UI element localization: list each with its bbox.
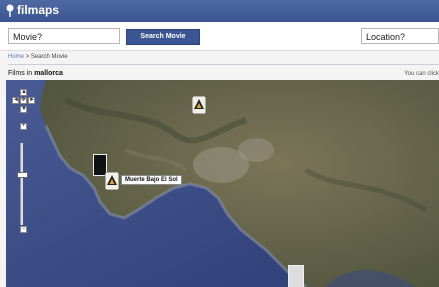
film-marker-icon[interactable] <box>191 95 207 115</box>
breadcrumb-current: Search Movie <box>30 54 68 60</box>
pan-right-button[interactable]: ► <box>28 97 35 104</box>
zoom-slider-thumb[interactable] <box>17 172 28 178</box>
logo[interactable]: filmaps <box>6 3 59 17</box>
film-marker-icon[interactable] <box>104 171 120 191</box>
map-hint-text: You can click <box>404 71 439 77</box>
satellite-map[interactable] <box>6 80 439 287</box>
search-movie-button[interactable]: Search Movie <box>126 29 200 45</box>
breadcrumb-home-link[interactable]: Home <box>8 54 24 60</box>
divider <box>8 64 439 65</box>
zoom-in-button[interactable]: + <box>20 123 27 130</box>
film-tooltip[interactable]: Muerte Bajo El Sol <box>121 175 182 185</box>
breadcrumb-separator: > <box>25 54 30 60</box>
map-terrain <box>6 80 439 287</box>
pan-down-button[interactable]: ▼ <box>20 106 27 113</box>
title-location: mallorca <box>34 70 63 77</box>
logo-text: filmaps <box>17 3 60 17</box>
zoom-out-button[interactable]: − <box>20 226 27 233</box>
pushpin-icon <box>6 4 14 17</box>
title-prefix: Films in <box>8 70 33 77</box>
search-row: Movie? Search Movie Location? <box>0 22 439 51</box>
location-search-input[interactable]: Location? <box>361 28 439 44</box>
breadcrumb: Home > Search Movie <box>8 54 68 60</box>
zoom-slider[interactable] <box>20 143 23 225</box>
page-title: Films in mallorca <box>8 70 63 77</box>
pan-center-button[interactable]: ✥ <box>20 97 27 104</box>
pan-left-button[interactable]: ◄ <box>12 97 19 104</box>
movie-poster-thumbnail[interactable] <box>288 265 304 287</box>
pan-up-button[interactable]: ▲ <box>20 89 27 96</box>
top-bar: filmaps <box>0 0 439 22</box>
movie-search-input[interactable]: Movie? <box>8 28 120 44</box>
